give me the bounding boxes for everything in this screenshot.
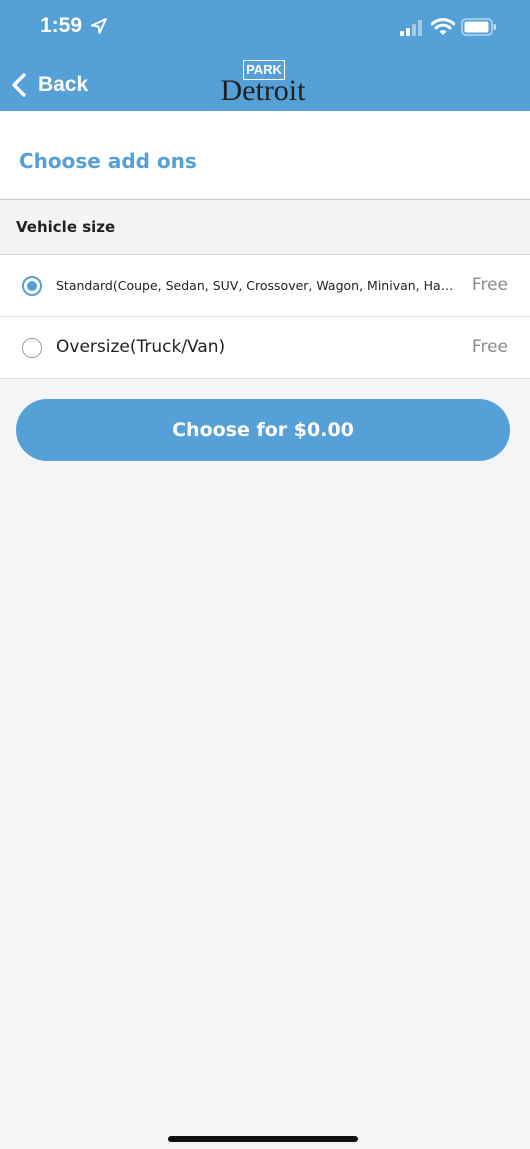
app-header: 1:59 Back PARK Detroit bbox=[0, 0, 530, 111]
chevron-left-icon bbox=[12, 73, 26, 97]
option-oversize[interactable]: Oversize(Truck/Van) Free bbox=[0, 317, 530, 379]
wifi-icon bbox=[431, 18, 455, 35]
location-arrow-icon bbox=[91, 18, 107, 34]
page-title: Choose add ons bbox=[19, 149, 197, 173]
logo-city-text: Detroit bbox=[220, 74, 306, 107]
battery-icon bbox=[461, 18, 496, 36]
back-label: Back bbox=[38, 73, 89, 96]
option-standard[interactable]: Standard(Coupe, Sedan, SUV, Crossover, W… bbox=[0, 255, 530, 317]
cellular-signal-icon bbox=[400, 20, 422, 36]
section-header: Vehicle size bbox=[0, 200, 530, 255]
park-detroit-logo: PARK Detroit bbox=[218, 60, 308, 107]
section-label-vehicle-size: Vehicle size bbox=[16, 218, 116, 236]
choose-button[interactable]: Choose for $0.00 bbox=[16, 399, 510, 461]
title-area: Choose add ons bbox=[0, 111, 530, 200]
radio-button-selected[interactable] bbox=[22, 276, 42, 296]
option-price: Free bbox=[471, 275, 508, 295]
option-label: Oversize(Truck/Van) bbox=[56, 337, 226, 357]
option-price: Free bbox=[471, 337, 508, 357]
radio-button[interactable] bbox=[22, 338, 42, 358]
option-label: Standard(Coupe, Sedan, SUV, Crossover, W… bbox=[56, 278, 454, 293]
back-button[interactable]: Back bbox=[10, 68, 88, 102]
status-time: 1:59 bbox=[40, 14, 83, 37]
home-indicator bbox=[168, 1136, 358, 1142]
